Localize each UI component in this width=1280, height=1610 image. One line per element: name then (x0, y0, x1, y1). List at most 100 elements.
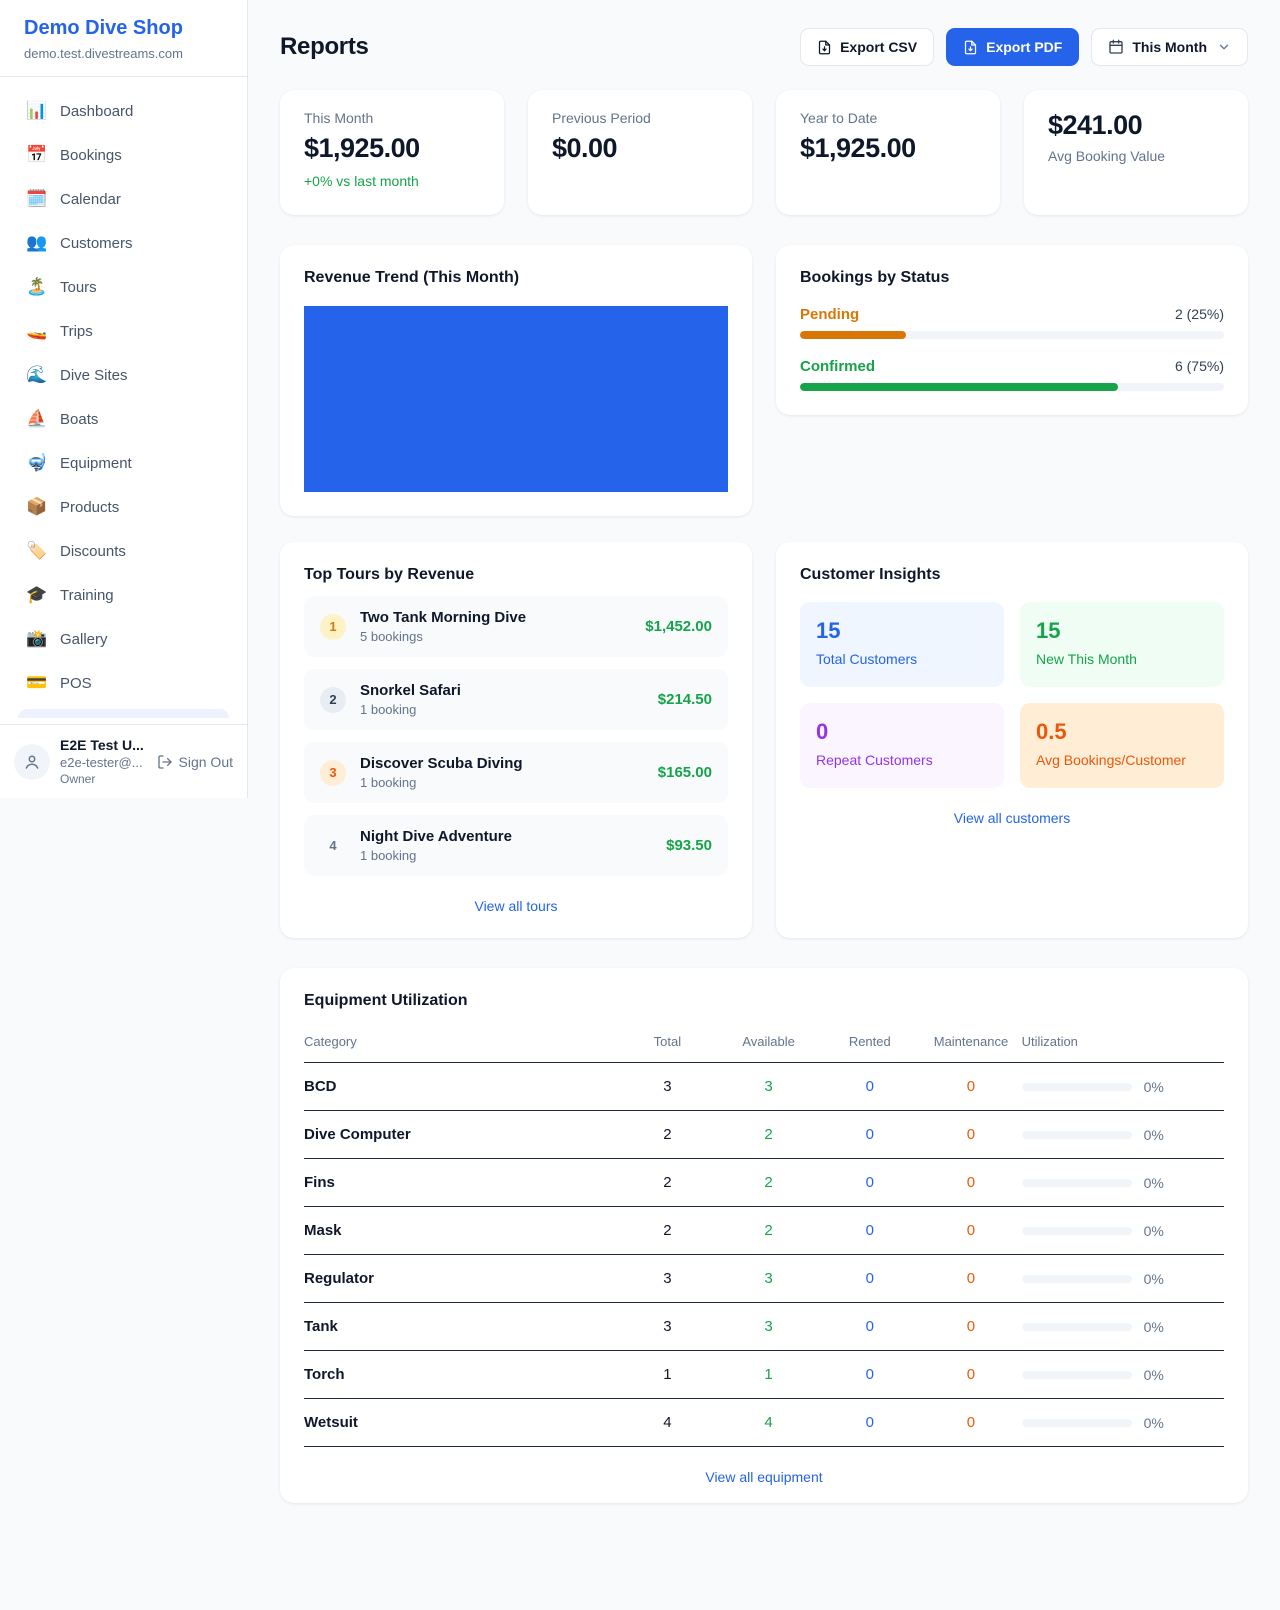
nav-item-label: Boats (60, 411, 98, 428)
utilization-bar (1022, 1131, 1132, 1139)
cell-category: Wetsuit (304, 1399, 617, 1447)
brand-domain: demo.test.divestreams.com (24, 46, 223, 61)
status-bar-fill (800, 383, 1118, 391)
equipment-row-torch: Torch 1 1 0 0 0% (304, 1351, 1224, 1399)
sidebar-item-trips[interactable]: 🚤 Trips (16, 313, 231, 349)
status-row-pending: Pending 2 (25%) (800, 306, 1224, 339)
cell-available: 1 (718, 1351, 819, 1399)
stat-label: Avg Booking Value (1048, 148, 1224, 164)
utilization-percent: 0% (1144, 1223, 1164, 1239)
stat-label: Year to Date (800, 110, 976, 126)
cell-rented: 0 (819, 1303, 920, 1351)
stat-card-previous-period: Previous Period $0.00 (528, 90, 752, 215)
cell-utilization: 0% (1022, 1351, 1224, 1399)
cell-rented: 0 (819, 1255, 920, 1303)
cell-available: 2 (718, 1159, 819, 1207)
tile-label: Repeat Customers (816, 752, 988, 768)
tour-info: Night Dive Adventure 1 booking (360, 828, 652, 863)
nav-item-icon: ⛵ (26, 409, 48, 429)
sidebar-item-dive-sites[interactable]: 🌊 Dive Sites (16, 357, 231, 393)
export-pdf-button[interactable]: Export PDF (946, 28, 1079, 66)
user-role: Owner (60, 772, 147, 786)
tile-label: Total Customers (816, 651, 988, 667)
sidebar-item-equipment[interactable]: 🤿 Equipment (16, 445, 231, 481)
status-bar-fill (800, 331, 906, 339)
sign-out-button[interactable]: Sign Out (157, 754, 233, 770)
nav-item-icon: 🌊 (26, 365, 48, 385)
cell-rented: 0 (819, 1159, 920, 1207)
cell-maintenance: 0 (920, 1111, 1021, 1159)
sidebar-item-boats[interactable]: ⛵ Boats (16, 401, 231, 437)
utilization-bar (1022, 1323, 1132, 1331)
nav-item-label: Trips (60, 323, 93, 340)
sign-out-icon (157, 754, 173, 770)
user-name: E2E Test U... (60, 737, 147, 753)
tour-bookings: 1 booking (360, 848, 652, 863)
cell-total: 3 (617, 1255, 718, 1303)
sidebar-item-customers[interactable]: 👥 Customers (16, 225, 231, 261)
cell-rented: 0 (819, 1063, 920, 1111)
cell-available: 4 (718, 1399, 819, 1447)
nav-item-icon: 🤿 (26, 453, 48, 473)
utilization-percent: 0% (1144, 1175, 1164, 1191)
insight-tile-new-this-month: 15 New This Month (1020, 602, 1224, 687)
utilization-percent: 0% (1144, 1127, 1164, 1143)
nav-item-icon: 📊 (26, 101, 48, 121)
header-actions: Export CSV Export PDF This Month (800, 28, 1248, 66)
tile-value: 0 (816, 719, 988, 745)
period-dropdown[interactable]: This Month (1091, 28, 1248, 66)
cell-utilization: 0% (1022, 1207, 1224, 1255)
sidebar-item-calendar[interactable]: 🗓️ Calendar (16, 181, 231, 217)
insight-tile-avg-bookings: 0.5 Avg Bookings/Customer (1020, 703, 1224, 788)
stat-value: $1,925.00 (800, 133, 976, 164)
tour-amount: $214.50 (658, 691, 712, 708)
cell-utilization: 0% (1022, 1111, 1224, 1159)
sidebar-item-dashboard[interactable]: 📊 Dashboard (16, 93, 231, 129)
nav-item-label: Products (60, 499, 119, 516)
sidebar-item-active-partial[interactable] (18, 709, 229, 718)
equipment-row-fins: Fins 2 2 0 0 0% (304, 1159, 1224, 1207)
column-header-total: Total (617, 1022, 718, 1063)
column-header-available: Available (718, 1022, 819, 1063)
sidebar-item-pos[interactable]: 💳 POS (16, 665, 231, 701)
view-all-tours-link[interactable]: View all tours (304, 898, 728, 914)
sidebar-item-tours[interactable]: 🏝️ Tours (16, 269, 231, 305)
view-all-equipment-link[interactable]: View all equipment (304, 1469, 1224, 1485)
column-header-utilization: Utilization (1022, 1022, 1224, 1063)
page-title: Reports (280, 33, 369, 61)
equipment-row-bcd: BCD 3 3 0 0 0% (304, 1063, 1224, 1111)
equipment-row-mask: Mask 2 2 0 0 0% (304, 1207, 1224, 1255)
cell-rented: 0 (819, 1399, 920, 1447)
cell-category: BCD (304, 1063, 617, 1111)
tour-info: Two Tank Morning Dive 5 bookings (360, 609, 631, 644)
charts-row: Revenue Trend (This Month) Bookings by S… (280, 245, 1248, 516)
status-label: Pending (800, 306, 859, 323)
status-count: 2 (25%) (1175, 306, 1224, 322)
brand-name[interactable]: Demo Dive Shop (24, 17, 223, 40)
cell-category: Regulator (304, 1255, 617, 1303)
sidebar-item-bookings[interactable]: 📅 Bookings (16, 137, 231, 173)
stats-row: This Month $1,925.00 +0% vs last month P… (280, 90, 1248, 215)
status-count: 6 (75%) (1175, 358, 1224, 374)
sidebar-item-products[interactable]: 📦 Products (16, 489, 231, 525)
stat-label: This Month (304, 110, 480, 126)
status-label: Confirmed (800, 358, 875, 375)
nav-item-label: Customers (60, 235, 133, 252)
nav-item-label: Tours (60, 279, 97, 296)
sidebar-item-training[interactable]: 🎓 Training (16, 577, 231, 613)
cell-utilization: 0% (1022, 1063, 1224, 1111)
bookings-status-card: Bookings by Status Pending 2 (25%) Confi… (776, 245, 1248, 415)
sidebar-item-discounts[interactable]: 🏷️ Discounts (16, 533, 231, 569)
revenue-trend-card: Revenue Trend (This Month) (280, 245, 752, 516)
cell-rented: 0 (819, 1207, 920, 1255)
tile-value: 15 (816, 618, 988, 644)
stat-value: $241.00 (1048, 110, 1224, 141)
status-bar-track (800, 331, 1224, 339)
view-all-customers-link[interactable]: View all customers (800, 810, 1224, 826)
nav-item-label: Training (60, 587, 114, 604)
cell-category: Mask (304, 1207, 617, 1255)
chevron-down-icon (1217, 40, 1231, 54)
export-csv-button[interactable]: Export CSV (800, 28, 934, 66)
nav-item-icon: 📅 (26, 145, 48, 165)
sidebar-item-gallery[interactable]: 📸 Gallery (16, 621, 231, 657)
